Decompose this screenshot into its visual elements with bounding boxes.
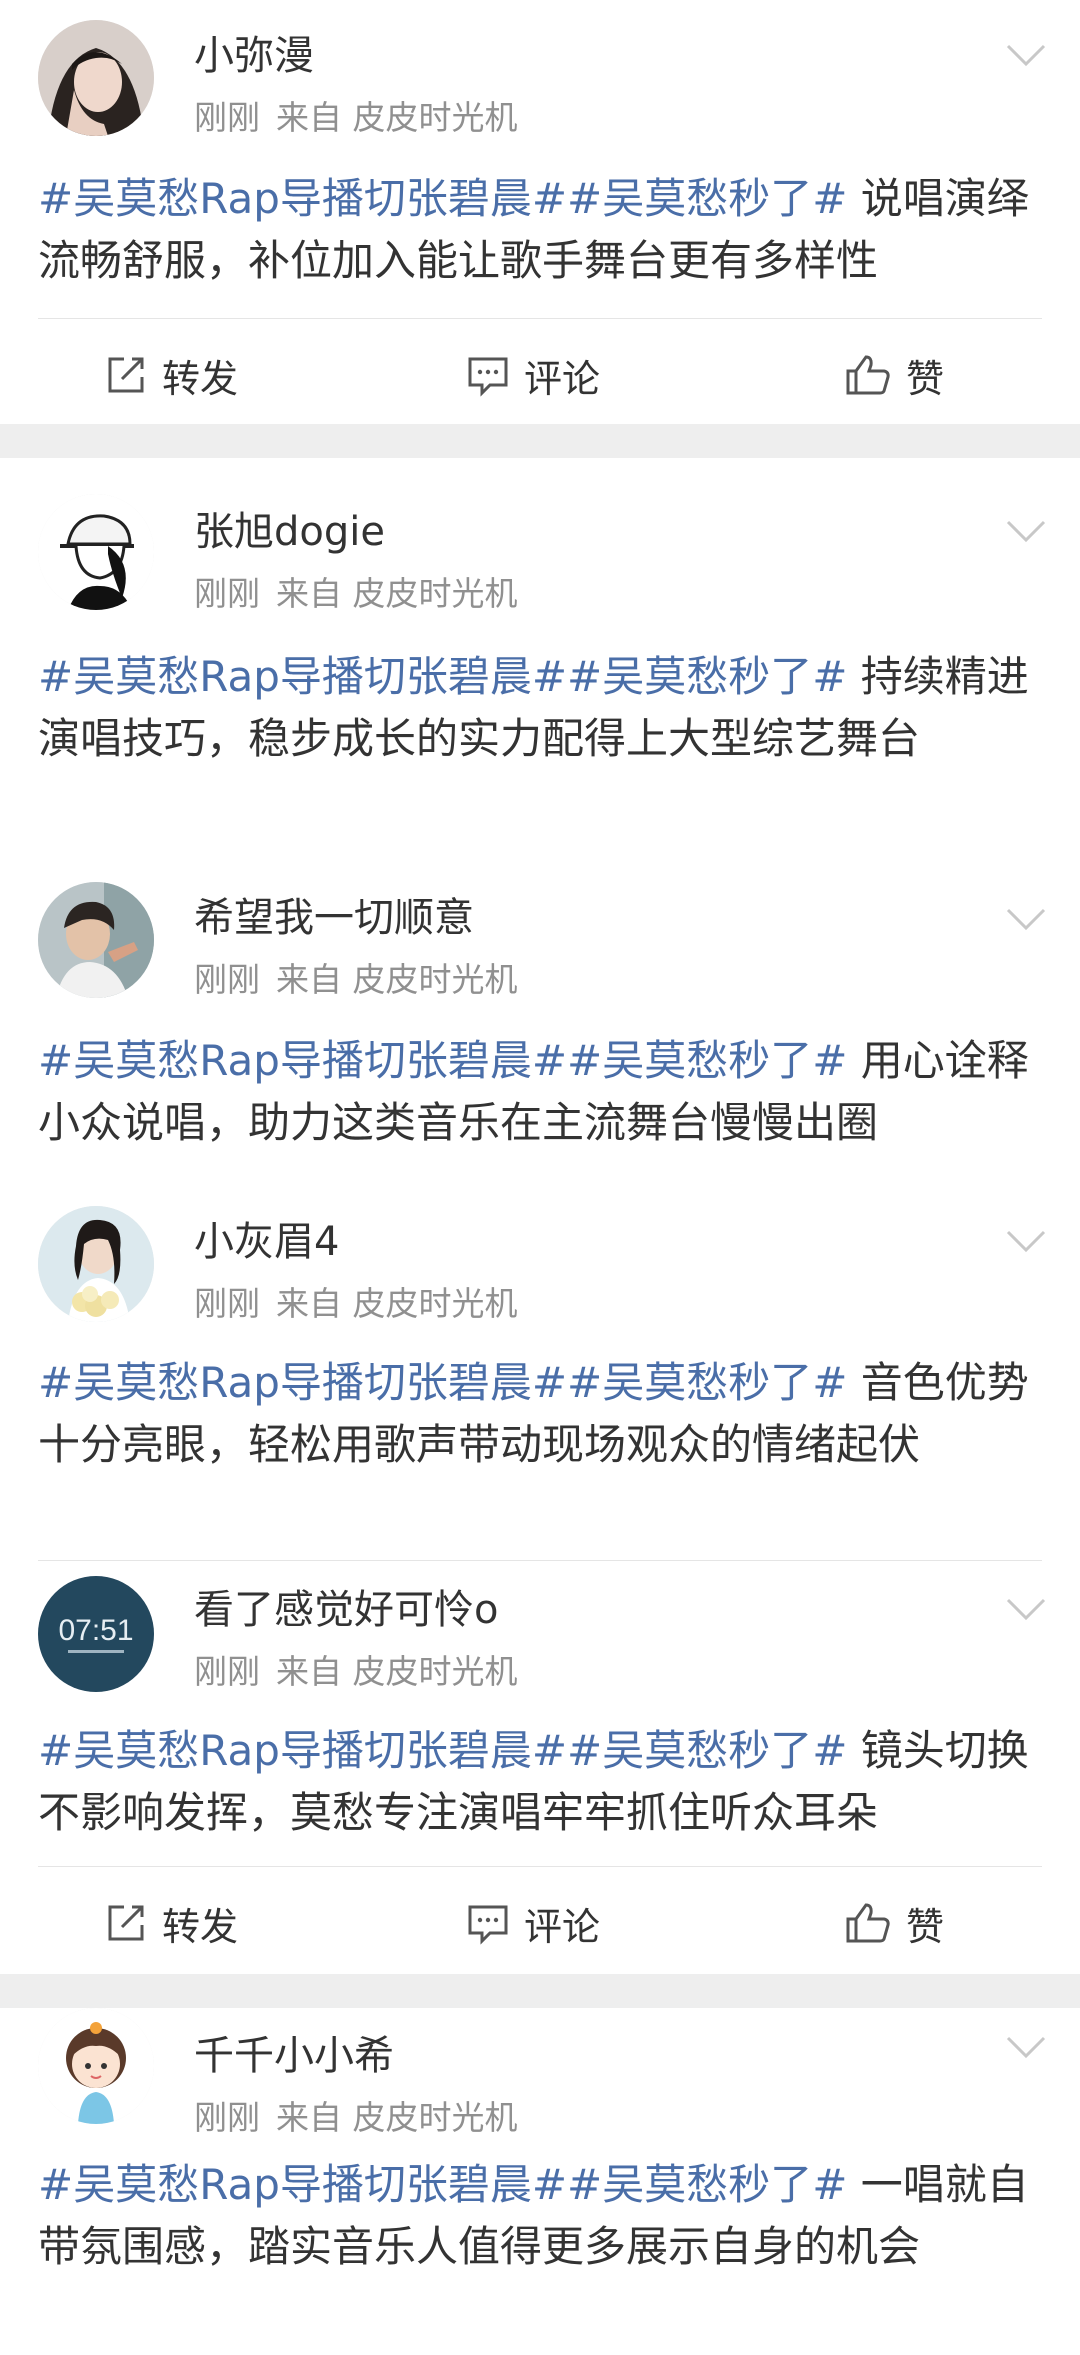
post-source[interactable]: 来自 皮皮时光机 [276, 574, 518, 613]
chevron-down-icon[interactable] [1002, 516, 1050, 546]
author-name[interactable]: 小弥漫 [194, 30, 314, 82]
girl-flowers-avatar-icon [38, 1206, 154, 1322]
post-text: #吴莫愁Rap导播切张碧晨##吴莫愁秒了# 持续精进演唱技巧，稳步成长的实力配得… [38, 646, 1038, 770]
post-meta: 刚刚 来自 皮皮时光机 [194, 1650, 534, 1694]
post-time: 刚刚 [194, 1652, 260, 1691]
topic-link[interactable]: #吴莫愁Rap导播切张碧晨# [38, 1358, 567, 1407]
author-name[interactable]: 希望我一切顺意 [194, 892, 474, 944]
like-label: 赞 [906, 356, 945, 401]
avatar[interactable] [38, 20, 154, 136]
post-time: 刚刚 [194, 98, 260, 137]
avatar[interactable]: 07:51 [38, 1576, 154, 1692]
action-bar: 转发 评论 赞 [0, 1878, 1080, 1968]
avatar[interactable] [38, 882, 154, 998]
comment-label: 评论 [524, 356, 601, 401]
section-separator [0, 1974, 1080, 2008]
post-time: 刚刚 [194, 2098, 260, 2137]
topic-link[interactable]: #吴莫愁Rap导播切张碧晨# [38, 1726, 567, 1775]
topic-link[interactable]: #吴莫愁秒了# [567, 1036, 847, 1085]
comment-label: 评论 [524, 1904, 601, 1949]
clock-avatar-icon: 07:51 [38, 1576, 154, 1692]
topic-link[interactable]: #吴莫愁秒了# [567, 1358, 847, 1407]
post-time: 刚刚 [194, 574, 260, 613]
topic-link[interactable]: #吴莫愁Rap导播切张碧晨# [38, 652, 567, 701]
comment-icon [468, 357, 508, 397]
topic-link[interactable]: #吴莫愁秒了# [567, 2160, 847, 2209]
topic-link[interactable]: #吴莫愁Rap导播切张碧晨# [38, 174, 567, 223]
chevron-down-icon[interactable] [1002, 40, 1050, 70]
post-card: 千千小小希 刚刚 来自 皮皮时光机 #吴莫愁Rap导播切张碧晨##吴莫愁秒了# 一… [0, 2008, 1080, 2355]
chevron-down-icon[interactable] [1002, 1226, 1050, 1256]
post-source[interactable]: 来自 皮皮时光机 [276, 960, 518, 999]
thumbs-up-icon [846, 1903, 890, 1943]
divider [38, 1866, 1042, 1867]
post-text: #吴莫愁Rap导播切张碧晨##吴莫愁秒了# 一唱就自带氛围感，踏实音乐人值得更多… [38, 2154, 1038, 2278]
avatar[interactable] [38, 494, 154, 610]
post-meta: 刚刚 来自 皮皮时光机 [194, 958, 534, 1002]
post-meta: 刚刚 来自 皮皮时光机 [194, 96, 534, 140]
topic-link[interactable]: #吴莫愁Rap导播切张碧晨# [38, 1036, 567, 1085]
weibo-feed: 小弥漫 刚刚 来自 皮皮时光机 #吴莫愁Rap导播切张碧晨##吴莫愁秒了# 说唱演… [0, 0, 1080, 2355]
post-text: #吴莫愁Rap导播切张碧晨##吴莫愁秒了# 说唱演绎流畅舒服，补位加入能让歌手舞… [38, 168, 1038, 292]
like-button[interactable]: 赞 [844, 1878, 944, 1968]
chevron-down-icon[interactable] [1002, 2032, 1050, 2062]
post-source[interactable]: 来自 皮皮时光机 [276, 1284, 518, 1323]
post-time: 刚刚 [194, 960, 260, 999]
author-name[interactable]: 张旭dogie [194, 506, 385, 558]
like-label: 赞 [906, 1904, 945, 1949]
chevron-down-icon[interactable] [1002, 904, 1050, 934]
divider [38, 318, 1042, 319]
post-text: #吴莫愁Rap导播切张碧晨##吴莫愁秒了# 用心诠释小众说唱，助力这类音乐在主流… [38, 1030, 1038, 1154]
post-card: 小弥漫 刚刚 来自 皮皮时光机 #吴莫愁Rap导播切张碧晨##吴莫愁秒了# 说唱演… [0, 0, 1080, 290]
comment-button[interactable]: 评论 [466, 1878, 600, 1968]
post-card: 小灰眉4 刚刚 来自 皮皮时光机 #吴莫愁Rap导播切张碧晨##吴莫愁秒了# 音色… [0, 1180, 1080, 1550]
repost-label: 转发 [162, 1904, 239, 1949]
girl-hand-face-avatar-icon [38, 20, 154, 136]
thumbs-up-icon [846, 355, 890, 395]
post-card: 张旭dogie 刚刚 来自 皮皮时光机 #吴莫愁Rap导播切张碧晨##吴莫愁秒了#… [0, 458, 1080, 848]
author-name[interactable]: 看了感觉好可怜o [194, 1584, 498, 1636]
post-meta: 刚刚 来自 皮皮时光机 [194, 572, 534, 616]
post-meta: 刚刚 来自 皮皮时光机 [194, 2096, 534, 2140]
chevron-down-icon[interactable] [1002, 1594, 1050, 1624]
post-text: #吴莫愁Rap导播切张碧晨##吴莫愁秒了# 音色优势十分亮眼，轻松用歌声带动现场… [38, 1352, 1038, 1476]
topic-link[interactable]: #吴莫愁秒了# [567, 652, 847, 701]
post-source[interactable]: 来自 皮皮时光机 [276, 98, 518, 137]
repost-label: 转发 [162, 356, 239, 401]
topic-link[interactable]: #吴莫愁秒了# [567, 174, 847, 223]
repost-icon [108, 1905, 144, 1941]
topic-link[interactable]: #吴莫愁Rap导播切张碧晨# [38, 2160, 567, 2209]
cartoon-girl-avatar-icon [38, 2008, 154, 2124]
repost-button[interactable]: 转发 [104, 330, 238, 420]
clock-time: 07:51 [58, 1614, 133, 1647]
author-name[interactable]: 小灰眉4 [194, 1216, 339, 1268]
action-bar: 转发 评论 赞 [0, 330, 1080, 420]
section-separator [0, 424, 1080, 458]
post-card: 希望我一切顺意 刚刚 来自 皮皮时光机 #吴莫愁Rap导播切张碧晨##吴莫愁秒了#… [0, 858, 1080, 1170]
boy-photo-avatar-icon [38, 882, 154, 998]
repost-icon [108, 357, 144, 393]
author-name[interactable]: 千千小小希 [194, 2030, 394, 2082]
like-button[interactable]: 赞 [844, 330, 944, 420]
post-source[interactable]: 来自 皮皮时光机 [276, 1652, 518, 1691]
avatar[interactable] [38, 1206, 154, 1322]
post-source[interactable]: 来自 皮皮时光机 [276, 2098, 518, 2137]
post-meta: 刚刚 来自 皮皮时光机 [194, 1282, 534, 1326]
comment-button[interactable]: 评论 [466, 330, 600, 420]
topic-link[interactable]: #吴莫愁秒了# [567, 1726, 847, 1775]
post-text: #吴莫愁Rap导播切张碧晨##吴莫愁秒了# 镜头切换不影响发挥，莫愁专注演唱牢牢… [38, 1720, 1038, 1844]
avatar[interactable] [38, 2008, 154, 2124]
repost-button[interactable]: 转发 [104, 1878, 238, 1968]
cartoon-boy-cap-avatar-icon [38, 494, 154, 610]
post-time: 刚刚 [194, 1284, 260, 1323]
post-card: 07:51 看了感觉好可怜o 刚刚 来自 皮皮时光机 #吴莫愁Rap导播切张碧晨#… [0, 1560, 1080, 1870]
comment-icon [468, 1905, 508, 1945]
